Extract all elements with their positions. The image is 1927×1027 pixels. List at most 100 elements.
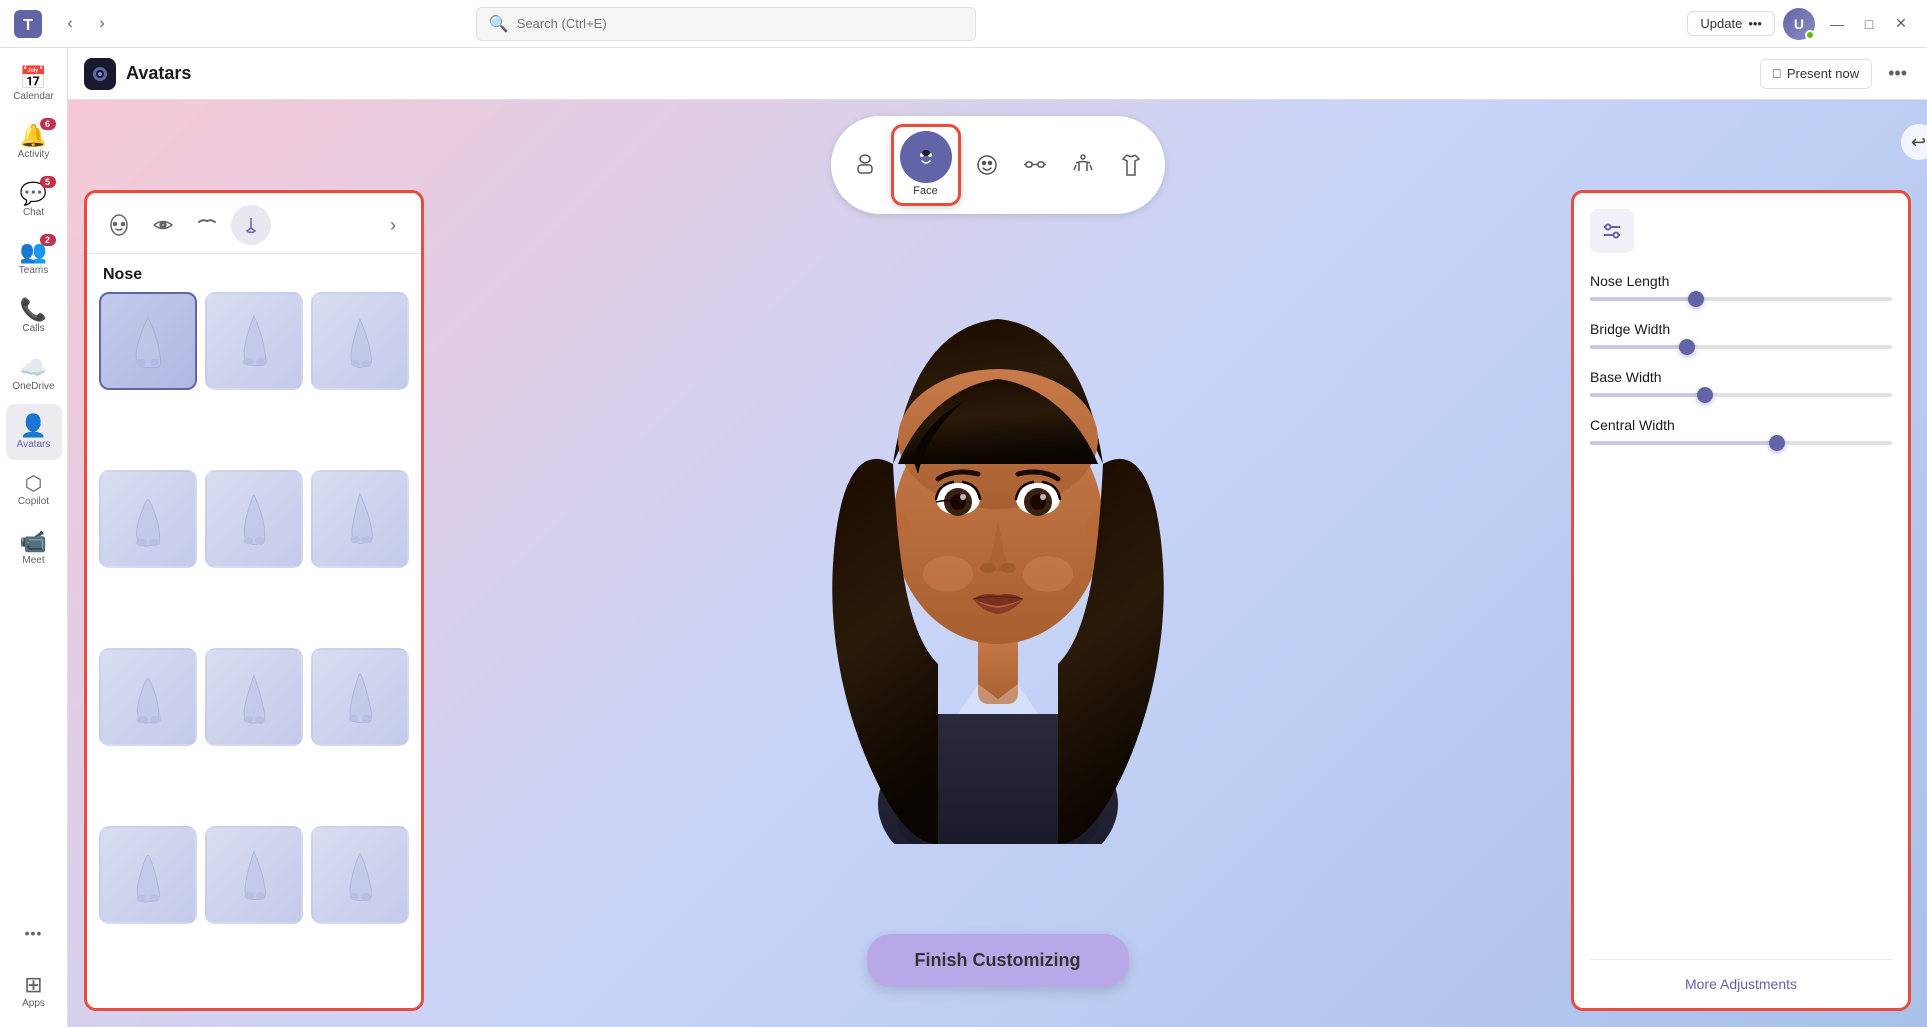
central-width-thumb[interactable] <box>1769 435 1785 451</box>
avatar-figure <box>798 264 1198 864</box>
sidebar-item-teams[interactable]: 2 👥 Teams <box>6 230 62 286</box>
sidebar-item-label: Teams <box>19 265 48 276</box>
nose-length-label: Nose Length <box>1590 273 1892 289</box>
finish-customizing-button[interactable]: Finish Customizing <box>867 934 1129 987</box>
tab-face-shape[interactable] <box>99 205 139 245</box>
tab-nose[interactable] <box>231 205 271 245</box>
nose-option-9[interactable] <box>311 648 409 746</box>
sidebar-item-label: Copilot <box>18 496 49 507</box>
search-bar[interactable]: 🔍 <box>476 7 976 41</box>
meet-icon: 📹 <box>20 531 47 553</box>
base-width-slider[interactable] <box>1590 393 1892 397</box>
sidebar-item-meet[interactable]: 📹 Meet <box>6 520 62 576</box>
bridge-width-slider[interactable] <box>1590 345 1892 349</box>
tab-eyebrows[interactable] <box>187 205 227 245</box>
face-tab-label: Face <box>913 185 937 199</box>
page-title: Avatars <box>126 63 191 84</box>
window-controls: — □ ✕ <box>1823 10 1915 38</box>
more-options-button[interactable]: ••• <box>1884 59 1911 88</box>
central-width-slider[interactable] <box>1590 441 1892 445</box>
user-avatar[interactable]: U <box>1783 8 1815 40</box>
central-width-fill <box>1590 441 1777 445</box>
toolbar-pill: Face <box>831 116 1165 214</box>
nose-option-1[interactable] <box>99 292 197 390</box>
sidebar-item-calendar[interactable]: 📅 Calendar <box>6 56 62 112</box>
present-now-button[interactable]: ⎕ Present now <box>1760 59 1872 89</box>
update-button[interactable]: Update ••• <box>1687 11 1775 36</box>
nose-option-4[interactable] <box>99 470 197 568</box>
undo-button[interactable]: ↩ <box>1901 124 1927 160</box>
content-topbar: Avatars ⎕ Present now ••• <box>68 48 1927 100</box>
base-width-group: Base Width <box>1590 369 1892 397</box>
content-area: Avatars ⎕ Present now ••• <box>68 48 1927 1027</box>
toolbar-body-button[interactable] <box>843 143 887 187</box>
calendar-icon: 📅 <box>20 67 47 89</box>
online-indicator <box>1805 30 1815 40</box>
sidebar-item-copilot[interactable]: ⬡ Copilot <box>6 462 62 518</box>
titlebar-right: Update ••• U — □ ✕ <box>1687 8 1915 40</box>
sidebar-item-label: Activity <box>18 149 50 160</box>
top-toolbar: Face <box>831 116 1165 214</box>
svg-text:T: T <box>23 17 33 34</box>
search-icon: 🔍 <box>489 14 509 34</box>
nose-section-title: Nose <box>87 254 421 292</box>
tab-eyes[interactable] <box>143 205 183 245</box>
bridge-width-label: Bridge Width <box>1590 321 1892 337</box>
present-icon: ⎕ <box>1773 66 1781 82</box>
nav-buttons: ‹ › <box>56 10 116 38</box>
face-tab-button[interactable] <box>900 131 952 183</box>
search-input[interactable] <box>517 16 963 31</box>
base-width-thumb[interactable] <box>1697 387 1713 403</box>
bridge-width-group: Bridge Width <box>1590 321 1892 349</box>
sidebar-item-label: Calls <box>22 323 44 334</box>
sidebar-item-onedrive[interactable]: ☁️ OneDrive <box>6 346 62 402</box>
sidebar-item-avatars[interactable]: 👤 Avatars <box>6 404 62 460</box>
nose-length-slider[interactable] <box>1590 297 1892 301</box>
toolbar-expressions-button[interactable] <box>965 143 1009 187</box>
maximize-button[interactable]: □ <box>1855 10 1883 38</box>
toolbar-clothing-button[interactable] <box>1109 143 1153 187</box>
apps-icon: ⊞ <box>24 974 42 996</box>
nose-option-2[interactable] <box>205 292 303 390</box>
sidebar-item-activity[interactable]: 6 🔔 Activity <box>6 114 62 170</box>
panel-next-button[interactable]: › <box>377 209 409 241</box>
sidebar-item-label: Meet <box>22 555 44 566</box>
calls-icon: 📞 <box>20 299 47 321</box>
toolbar-poses-button[interactable] <box>1061 143 1105 187</box>
nose-option-8[interactable] <box>205 648 303 746</box>
sidebar-item-apps[interactable]: ⊞ Apps <box>6 963 62 1019</box>
chat-badge: 5 <box>40 176 56 188</box>
titlebar: T ‹ › 🔍 Update ••• U — □ ✕ <box>0 0 1927 48</box>
bridge-width-fill <box>1590 345 1687 349</box>
nose-option-5[interactable] <box>205 470 303 568</box>
bridge-width-thumb[interactable] <box>1679 339 1695 355</box>
nose-option-11[interactable] <box>205 826 303 924</box>
nose-option-3[interactable] <box>311 292 409 390</box>
teams-logo: T <box>12 8 44 40</box>
sidebar-item-calls[interactable]: 📞 Calls <box>6 288 62 344</box>
close-window-button[interactable]: ✕ <box>1887 10 1915 38</box>
nose-option-10[interactable] <box>99 826 197 924</box>
sidebar-item-label: Calendar <box>13 91 54 102</box>
nose-option-6[interactable] <box>311 470 409 568</box>
nose-option-7[interactable] <box>99 648 197 746</box>
forward-button[interactable]: › <box>88 10 116 38</box>
sidebar-item-chat[interactable]: 5 💬 Chat <box>6 172 62 228</box>
sidebar-item-label: Chat <box>23 207 44 218</box>
face-tab-container: Face <box>891 124 961 206</box>
nose-length-thumb[interactable] <box>1688 291 1704 307</box>
teams-badge: 2 <box>40 234 56 246</box>
more-adjustments-link[interactable]: More Adjustments <box>1590 959 1892 992</box>
left-panel-tabs: › <box>87 193 421 254</box>
nose-length-fill <box>1590 297 1696 301</box>
minimize-button[interactable]: — <box>1823 10 1851 38</box>
back-button[interactable]: ‹ <box>56 10 84 38</box>
nose-option-12[interactable] <box>311 826 409 924</box>
nose-length-group: Nose Length <box>1590 273 1892 301</box>
sidebar-item-more[interactable]: ••• <box>6 905 62 961</box>
central-width-label: Central Width <box>1590 417 1892 433</box>
toolbar-accessories-button[interactable] <box>1013 143 1057 187</box>
adjustments-icon-button[interactable] <box>1590 209 1634 253</box>
right-panel: Nose Length Bridge Width Bas <box>1571 190 1911 1011</box>
avatar-area: Face <box>68 100 1927 1027</box>
